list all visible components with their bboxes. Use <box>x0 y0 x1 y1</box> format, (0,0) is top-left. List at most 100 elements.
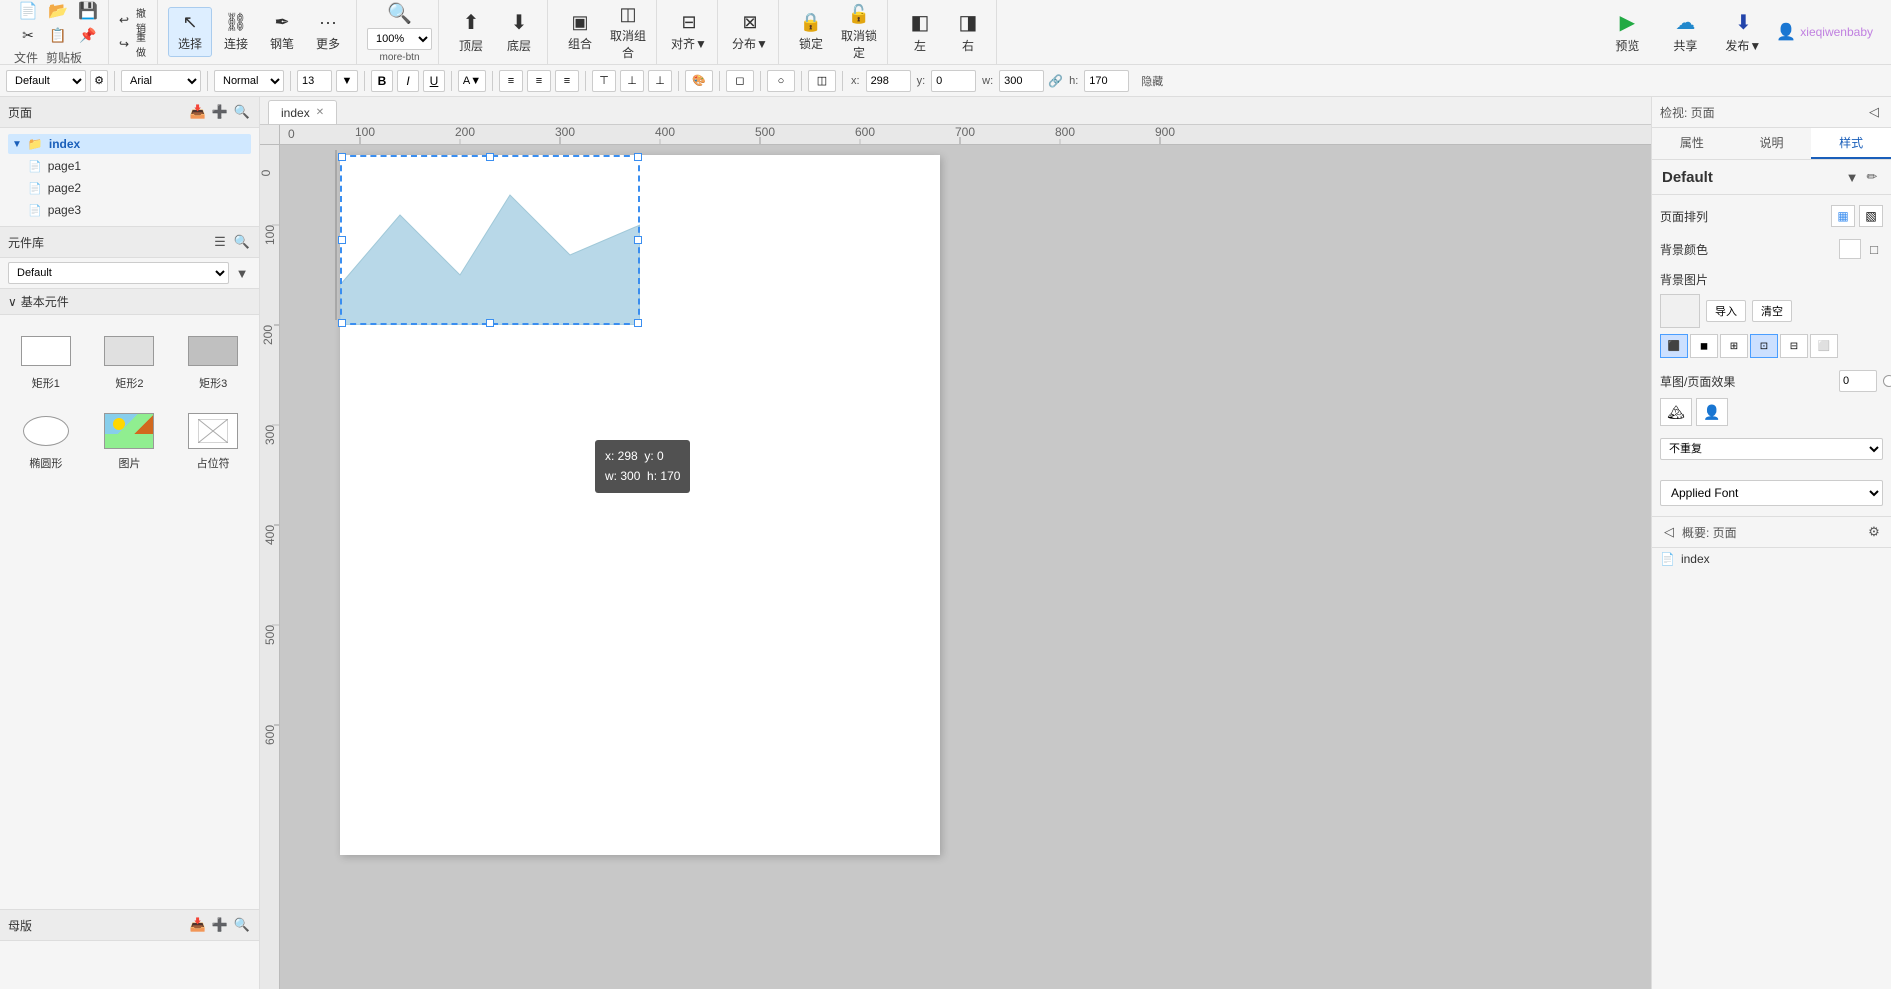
valign-bot-btn[interactable]: ⊥ <box>648 70 672 92</box>
paste-btn[interactable]: 📌 <box>74 24 102 48</box>
library-expand-btn[interactable]: ▼ <box>233 264 251 282</box>
tile-btn-3[interactable]: ⊞ <box>1720 334 1748 358</box>
select-tool-btn[interactable]: ↖ 选择 <box>168 7 212 57</box>
style-select[interactable]: Default <box>6 70 86 92</box>
tab-styles[interactable]: 样式 <box>1811 128 1891 159</box>
pages-add-btn[interactable]: 📥 <box>189 103 207 121</box>
undo-btn[interactable]: ↩ 撤销 <box>119 9 151 31</box>
font-size-input[interactable] <box>297 70 332 92</box>
style-manage-btn[interactable]: ⚙ <box>90 70 108 92</box>
pages-search-btn[interactable]: 🔍 <box>233 103 251 121</box>
shape-container[interactable] <box>340 155 640 325</box>
master-add-btn[interactable]: 📥 <box>189 916 207 934</box>
align-btn[interactable]: ⊟ 对齐▼ <box>667 7 711 57</box>
unlock-btn[interactable]: 🔓 取消锁定 <box>837 7 881 57</box>
connect-tool-btn[interactable]: ⛓ 连接 <box>214 7 258 57</box>
ungroup-btn[interactable]: ◫ 取消组合 <box>606 7 650 57</box>
align-center-btn[interactable]: ≡ <box>527 70 551 92</box>
sketch-icon-1[interactable]: 🏔 <box>1660 398 1692 426</box>
bg-color-swatch[interactable] <box>1839 239 1861 259</box>
valign-mid-btn[interactable]: ⊥ <box>620 70 644 92</box>
component-rect3[interactable]: 矩形3 <box>175 325 251 397</box>
import-btn[interactable]: 导入 <box>1706 300 1746 322</box>
font-size-down-btn[interactable]: ▼ <box>336 70 358 92</box>
fill-color-btn[interactable]: 🎨 <box>685 70 713 92</box>
open-btn[interactable]: 📂 <box>44 0 72 23</box>
new-file-btn[interactable]: 📄 <box>14 0 42 23</box>
sketch-icon-2[interactable]: 👤 <box>1696 398 1728 426</box>
align-left-btn[interactable]: ≡ <box>499 70 523 92</box>
top-layer-btn[interactable]: ⬆ 顶层 <box>449 7 493 57</box>
font-select[interactable]: Arial <box>121 70 201 92</box>
components-search-btn[interactable]: 🔍 <box>233 233 251 251</box>
pages-new-btn[interactable]: ➕ <box>211 103 229 121</box>
effect-slider-thumb[interactable] <box>1883 375 1891 387</box>
tile-btn-5[interactable]: ⊟ <box>1780 334 1808 358</box>
components-menu-btn[interactable]: ☰ <box>211 233 229 251</box>
publish-btn[interactable]: ⬇ 发布▼ <box>1718 7 1768 57</box>
bottom-layer-btn[interactable]: ⬇ 底层 <box>497 7 541 57</box>
effect-value-input[interactable] <box>1839 370 1877 392</box>
lock-btn[interactable]: 🔒 锁定 <box>789 7 833 57</box>
tab-close-btn[interactable]: ✕ <box>316 107 324 118</box>
x-input[interactable] <box>866 70 911 92</box>
component-placeholder[interactable]: 占位符 <box>175 405 251 477</box>
bold-btn[interactable]: B <box>371 70 393 92</box>
component-image[interactable]: 图片 <box>92 405 168 477</box>
user-account[interactable]: 👤 xieqiwenbaby <box>1776 22 1873 42</box>
preview-btn[interactable]: ▶ 预览 <box>1602 7 1652 57</box>
tile-btn-4[interactable]: ⊡ <box>1750 334 1778 358</box>
page-item-page2[interactable]: 📄 page2 <box>8 178 251 198</box>
tab-properties[interactable]: 属性 <box>1652 128 1732 159</box>
left-btn[interactable]: ◧ 左 <box>898 7 942 57</box>
style-expand-btn[interactable]: ▼ <box>1843 168 1861 186</box>
library-select[interactable]: Default <box>8 262 229 284</box>
tab-index[interactable]: index ✕ <box>268 100 337 124</box>
lock-aspect-icon[interactable]: 🔗 <box>1048 74 1063 88</box>
tile-btn-2[interactable]: ◼ <box>1690 334 1718 358</box>
layout-single-btn[interactable]: ▦ <box>1831 205 1855 227</box>
component-ellipse[interactable]: 椭圆形 <box>8 405 84 477</box>
italic-btn[interactable]: I <box>397 70 419 92</box>
border-color-btn[interactable]: ◻ <box>726 70 754 92</box>
copy-btn[interactable]: 📋 <box>44 24 72 48</box>
master-new-btn[interactable]: ➕ <box>211 916 229 934</box>
distribute-btn[interactable]: ⊠ 分布▼ <box>728 7 772 57</box>
underline-btn[interactable]: U <box>423 70 445 92</box>
more-tool-btn[interactable]: ··· 更多 <box>306 7 350 57</box>
valign-top-btn[interactable]: ⊤ <box>592 70 616 92</box>
weight-select[interactable]: Normal Bold Light <box>214 70 284 92</box>
right-panel-expand-btn[interactable]: ◁ <box>1865 103 1883 121</box>
applied-font-select[interactable]: Applied Font <box>1660 480 1883 506</box>
tab-notes[interactable]: 说明 <box>1732 128 1812 159</box>
pen-tool-btn[interactable]: ✒ 钢笔 <box>260 7 304 57</box>
zoom-select[interactable]: 100% 75% 50% 150% 200% <box>367 28 432 50</box>
share-btn[interactable]: ☁ 共享 <box>1660 7 1710 57</box>
y-input[interactable] <box>931 70 976 92</box>
no-repeat-select[interactable]: 不重复 <box>1660 438 1883 460</box>
overview-item-index[interactable]: 📄 index <box>1652 548 1891 570</box>
group-btn[interactable]: ▣ 组合 <box>558 7 602 57</box>
redo-btn[interactable]: ↪ 重做 <box>119 33 151 55</box>
w-input[interactable] <box>999 70 1044 92</box>
page-item-index[interactable]: ▼ 📁 index <box>8 134 251 154</box>
overview-collapse-btn[interactable]: ◁ <box>1660 523 1678 541</box>
component-rect2[interactable]: 矩形2 <box>92 325 168 397</box>
layout-multi-btn[interactable]: ▧ <box>1859 205 1883 227</box>
bg-color-picker-btn[interactable]: □ <box>1865 240 1883 258</box>
right-btn[interactable]: ◨ 右 <box>946 7 990 57</box>
canvas-bg[interactable]: x: 298 y: 0 w: 300 h: 170 <box>280 145 1651 989</box>
h-input[interactable] <box>1084 70 1129 92</box>
component-category[interactable]: ∨ 基本元件 <box>0 289 259 315</box>
master-search-btn[interactable]: 🔍 <box>233 916 251 934</box>
cut-btn[interactable]: ✂ <box>14 24 42 48</box>
save-btn[interactable]: 💾 <box>74 0 102 23</box>
shadow-btn[interactable]: ◫ <box>808 70 836 92</box>
tile-btn-6[interactable]: ⬜ <box>1810 334 1838 358</box>
component-rect1[interactable]: 矩形1 <box>8 325 84 397</box>
tile-btn-1[interactable]: ⬛ <box>1660 334 1688 358</box>
page-item-page1[interactable]: 📄 page1 <box>8 156 251 176</box>
opacity-btn[interactable]: ○ <box>767 70 795 92</box>
style-edit-btn[interactable]: ✏ <box>1863 168 1881 186</box>
overview-filter-btn[interactable]: ⚙ <box>1865 523 1883 541</box>
